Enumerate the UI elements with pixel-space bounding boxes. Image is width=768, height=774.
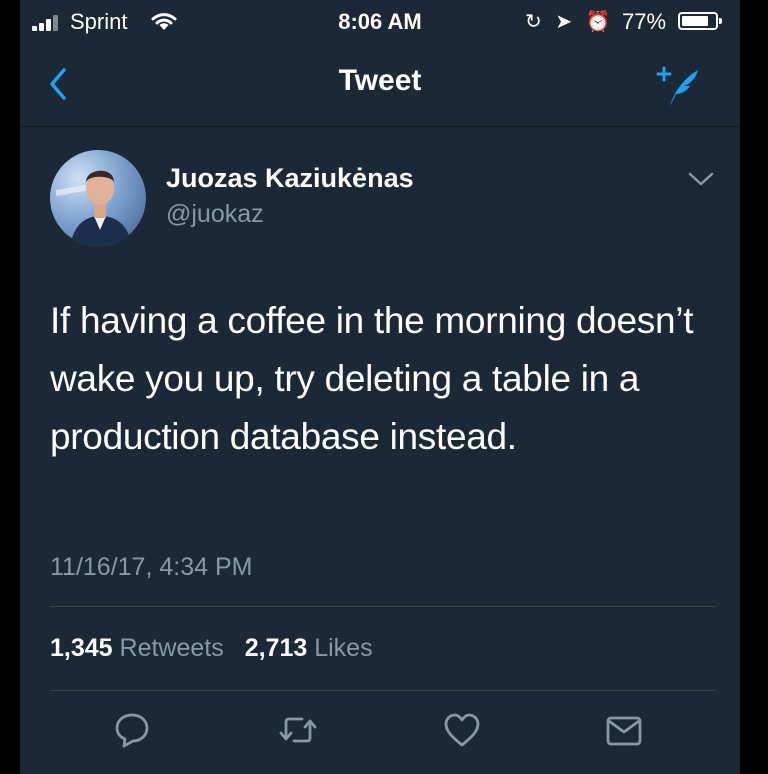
status-icons: ↻ ➤ ⏰ — [525, 9, 611, 34]
author-handle[interactable]: @juokaz — [166, 200, 264, 229]
battery-percent: 77% — [622, 9, 667, 34]
tweet-detail-screen: Sprint 8:06 AM ↻ ➤ ⏰ 77% Tweet Juozas Ka… — [20, 0, 740, 774]
page-title: Tweet — [338, 64, 422, 97]
retweets-label[interactable]: Retweets — [120, 634, 224, 662]
divider — [50, 690, 716, 691]
status-bar: Sprint 8:06 AM ↻ ➤ ⏰ 77% — [20, 0, 740, 42]
compose-tweet-icon[interactable] — [654, 62, 702, 110]
retweets-count[interactable]: 1,345 — [50, 634, 113, 662]
share-icon — [606, 716, 642, 746]
retweet-button[interactable] — [276, 708, 320, 752]
avatar-portrait — [56, 170, 132, 246]
navigation-bar: Tweet — [20, 42, 740, 127]
avatar[interactable] — [50, 150, 146, 246]
tweet-timestamp: 11/16/17, 4:34 PM — [50, 553, 253, 581]
likes-label[interactable]: Likes — [314, 634, 372, 662]
tweet-text: If having a coffee in the morning doesn’… — [50, 300, 694, 457]
share-button[interactable] — [602, 708, 646, 752]
likes-count[interactable]: 2,713 — [245, 634, 308, 662]
divider — [50, 606, 716, 607]
battery-icon — [678, 12, 722, 30]
retweet-icon — [279, 717, 317, 743]
like-icon — [444, 713, 480, 747]
lock-rotation-icon: ↻ — [525, 11, 542, 33]
chevron-down-icon[interactable] — [686, 168, 716, 190]
tweet-actions — [20, 708, 740, 758]
engagement-stats: 1,345 Retweets 2,713 Likes — [50, 634, 373, 663]
reply-icon — [115, 713, 149, 748]
like-button[interactable] — [440, 708, 484, 752]
alarm-icon: ⏰ — [585, 11, 611, 33]
author-name[interactable]: Juozas Kaziukėnas — [166, 163, 414, 194]
reply-button[interactable] — [110, 708, 154, 752]
location-icon: ➤ — [555, 11, 573, 33]
